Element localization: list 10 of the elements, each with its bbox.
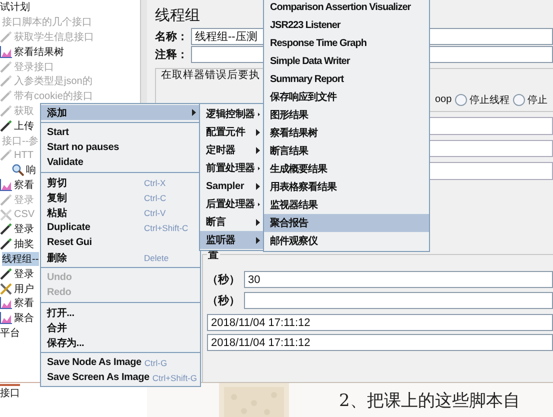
radio-label: 停止 xyxy=(528,94,548,107)
radio-label: 停止线程 xyxy=(470,94,510,107)
document-text: 2、把课上的这些脚本自 xyxy=(339,390,520,412)
name-label: 名称： xyxy=(155,30,188,44)
panel-title: 线程组 xyxy=(155,6,200,25)
field-label: （秒） xyxy=(207,272,240,288)
comment-label: 注释： xyxy=(155,48,188,62)
radio-label: oop xyxy=(435,94,452,106)
field-label: （秒） xyxy=(207,294,240,308)
group-title: 在取样器错误后要执 xyxy=(160,68,261,81)
